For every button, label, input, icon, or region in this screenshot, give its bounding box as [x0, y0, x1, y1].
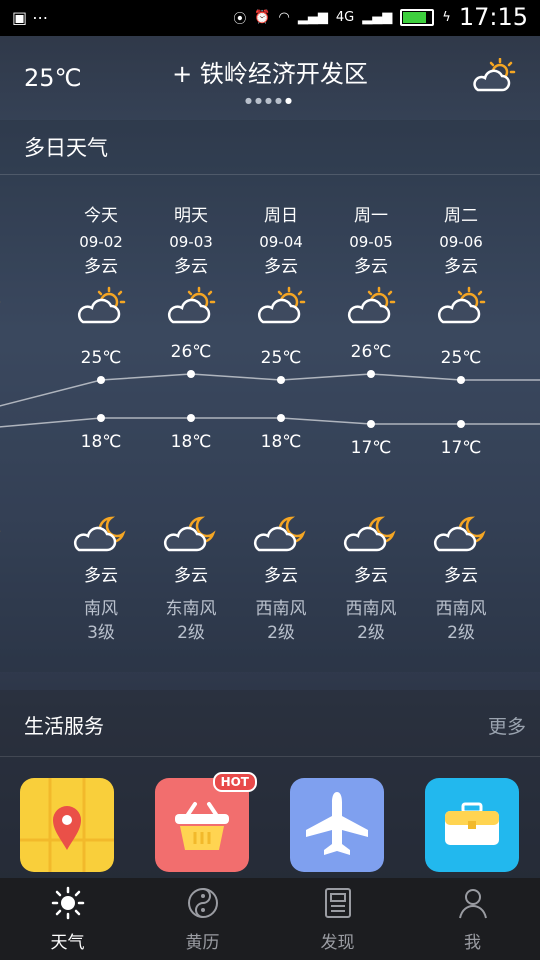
day-condition: 多云 — [84, 257, 118, 277]
high-temp: 25℃ — [80, 348, 122, 368]
wind-direction: 南风 — [0, 597, 21, 622]
tab-label: 我 — [464, 933, 481, 953]
night-condition: 多云 — [264, 566, 298, 586]
high-temp: 25℃ — [440, 348, 482, 368]
day-name: 明天 — [174, 206, 208, 226]
day-condition: 多云 — [174, 257, 208, 277]
day-date: 09-02 — [79, 233, 123, 251]
basket-icon — [175, 802, 229, 850]
partly-cloudy-icon — [0, 286, 21, 330]
yin-yang-icon — [187, 888, 218, 918]
wind-level: 2级 — [177, 623, 205, 643]
day-name: 周二 — [444, 206, 478, 226]
night-condition: 阵雨 — [0, 564, 21, 589]
day-condition: 多云 — [264, 257, 298, 277]
partly-cloudy-icon — [416, 286, 506, 330]
briefcase-icon — [445, 802, 499, 845]
news-icon — [324, 888, 351, 918]
day-date: 09-05 — [349, 233, 393, 251]
day-condition: 多云 — [354, 257, 388, 277]
wind-direction: 西南风 — [255, 599, 307, 619]
wind-level: 0级 — [0, 621, 21, 646]
airplane-icon — [306, 792, 368, 855]
tab-me[interactable]: 我 — [405, 878, 540, 960]
partly-cloudy-icon — [146, 286, 236, 330]
wind-direction: 南风 — [84, 599, 118, 619]
day-condition: 多云 — [444, 257, 478, 277]
service-map[interactable] — [20, 778, 114, 872]
bottom-tab-bar: 天气 黄历 发现 我 — [0, 878, 540, 960]
night-condition: 多云 — [444, 566, 478, 586]
wind-level: 2级 — [357, 623, 385, 643]
day-name: 昨天 — [0, 204, 21, 229]
service-flights[interactable] — [290, 778, 384, 872]
partly-cloudy-icon — [326, 286, 416, 330]
low-temp: 17℃ — [440, 438, 482, 458]
wind-direction: 西南风 — [345, 599, 397, 619]
high-temp: 26℃ — [350, 342, 392, 362]
low-temp: 18℃ — [80, 432, 122, 452]
high-temp: 26℃ — [170, 342, 212, 362]
partly-cloudy-icon — [236, 286, 326, 330]
low-temp: 18℃ — [170, 432, 212, 452]
cloudy-night-icon — [416, 514, 506, 558]
day-date: 09-06 — [439, 233, 483, 251]
cloudy-night-icon — [0, 514, 21, 558]
services-title: 生活服务 — [24, 714, 104, 738]
map-pin-icon — [20, 778, 114, 872]
day-name: 周一 — [354, 206, 388, 226]
hot-badge: HOT — [212, 772, 257, 792]
day-date: 09-01 — [0, 230, 21, 255]
high-temp: 25℃ — [260, 348, 302, 368]
cloudy-night-icon — [326, 514, 416, 558]
user-icon — [458, 889, 487, 919]
low-temp: 17℃ — [350, 438, 392, 458]
wind-direction: 西南风 — [435, 599, 487, 619]
low-temp: 18℃ — [260, 432, 302, 452]
night-condition: 多云 — [354, 566, 388, 586]
cloudy-night-icon — [146, 514, 236, 558]
sun-icon — [51, 886, 84, 920]
wind-level: 2级 — [267, 623, 295, 643]
tab-label: 黄历 — [185, 933, 220, 953]
night-condition: 多云 — [84, 566, 118, 586]
high-temp: 19℃ — [0, 380, 21, 400]
wind-level: 2级 — [447, 623, 475, 643]
day-name: 今天 — [84, 206, 118, 226]
tab-label: 发现 — [320, 933, 355, 953]
day-date: 09-03 — [169, 233, 213, 251]
wind-direction: 东南风 — [165, 599, 217, 619]
partly-cloudy-icon — [56, 286, 146, 330]
life-services: 生活服务 更多 HOT — [0, 690, 540, 880]
service-travel[interactable] — [425, 778, 519, 872]
tab-discover[interactable]: 发现 — [270, 878, 405, 960]
cloudy-night-icon — [236, 514, 326, 558]
cloudy-night-icon — [56, 514, 146, 558]
low-temp: 16℃ — [0, 443, 21, 463]
tab-almanac[interactable]: 黄历 — [135, 878, 270, 960]
day-name: 周日 — [264, 206, 298, 226]
more-link[interactable]: 更多 — [488, 712, 526, 739]
service-shopping[interactable]: HOT — [155, 772, 257, 872]
night-condition: 多云 — [174, 566, 208, 586]
tab-label: 天气 — [50, 933, 85, 953]
day-condition: 阵雨 — [0, 255, 21, 280]
tab-weather[interactable]: 天气 — [0, 878, 135, 960]
divider — [0, 756, 540, 757]
day-date: 09-04 — [259, 233, 303, 251]
wind-level: 3级 — [87, 623, 115, 643]
